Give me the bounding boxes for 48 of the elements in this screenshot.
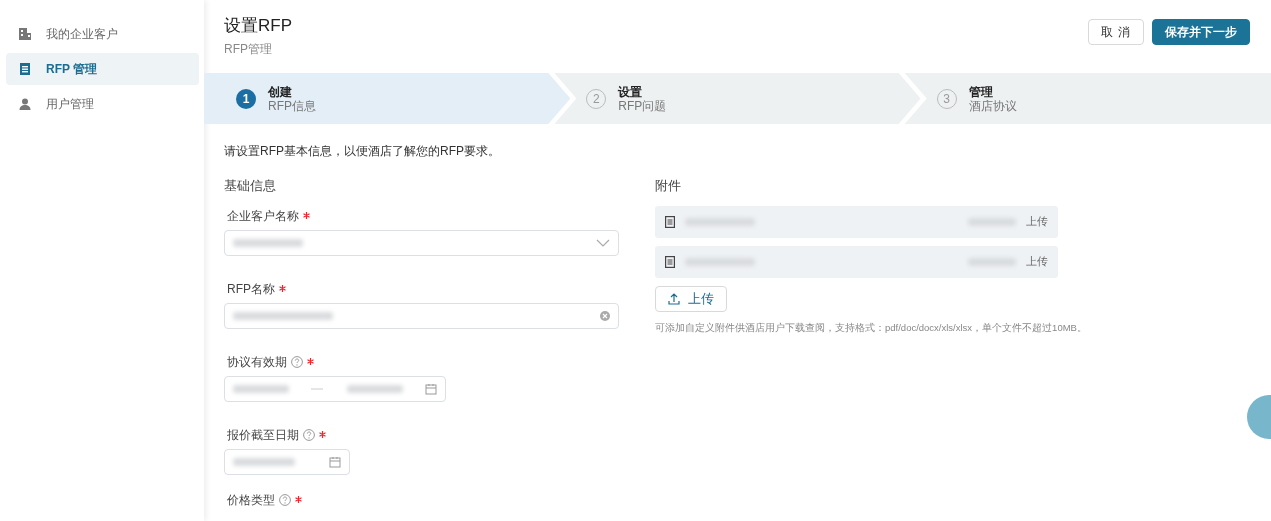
field-label: 报价截至日期: [227, 426, 299, 444]
step[interactable]: 3 管理 酒店协议: [904, 73, 1271, 124]
intro-text: 请设置RFP基本信息，以便酒店了解您的RFP要求。: [224, 143, 501, 160]
document-icon: [18, 62, 32, 76]
page-title: 设置RFP: [224, 15, 292, 37]
step-title: 设置: [618, 84, 644, 99]
help-icon[interactable]: [291, 355, 303, 368]
upload-date-label: 上传: [1026, 254, 1048, 270]
breadcrumb: RFP管理: [224, 41, 273, 58]
step-title: 管理: [968, 84, 994, 99]
date-range-field[interactable]: [224, 375, 446, 402]
calendar-icon: [425, 382, 437, 395]
upload-date-label: 上传: [1026, 214, 1048, 230]
help-icon[interactable]: [303, 428, 315, 441]
hint-text: 可添加自定义附件供酒店用户下载查阅，支持格式：pdf/doc/docx/xls/xlsx，单个文件不超过10MB。: [655, 320, 1087, 334]
step-subtitle: RFP问题: [618, 98, 667, 113]
sidebar-item[interactable]: 我的企业客户: [6, 18, 199, 50]
step-title: 创建: [268, 84, 293, 99]
upload-icon: [668, 292, 680, 305]
section-heading: 基础信息: [224, 177, 277, 195]
field-label: 协议有效期: [227, 353, 287, 371]
step[interactable]: 1 创建 RFP信息: [204, 73, 571, 124]
building-icon: [18, 27, 32, 41]
step-subtitle: RFP信息: [268, 98, 316, 113]
cancel-button[interactable]: 取 消: [1087, 19, 1144, 45]
step-subtitle: 酒店协议: [968, 98, 1017, 113]
attachment-row[interactable]: 上传: [655, 205, 1058, 238]
field-label: 价格类型: [227, 491, 275, 509]
user-icon: [18, 97, 32, 111]
sidebar-item[interactable]: 用户管理: [6, 88, 199, 120]
field-label: 企业客户名称: [227, 207, 299, 225]
sidebar-item[interactable]: RFP 管理: [6, 53, 199, 85]
file-icon: [665, 255, 675, 268]
chevron-down-icon: [596, 238, 610, 247]
section-heading: 附件: [655, 177, 682, 195]
help-icon[interactable]: [279, 493, 291, 506]
file-icon: [665, 215, 675, 228]
upload-button[interactable]: 上传: [655, 285, 727, 312]
field-label: RFP名称: [227, 280, 275, 298]
date-field[interactable]: [224, 448, 350, 475]
step[interactable]: 2 设置 RFP问题: [554, 73, 921, 124]
clear-icon: [600, 310, 610, 321]
select-field[interactable]: [224, 229, 619, 256]
save-next-button[interactable]: 保存并下一步: [1152, 19, 1250, 45]
step-number: 1: [236, 88, 256, 109]
input-field[interactable]: [224, 302, 619, 329]
attachment-row[interactable]: 上传: [655, 245, 1058, 278]
calendar-icon: [329, 455, 341, 468]
